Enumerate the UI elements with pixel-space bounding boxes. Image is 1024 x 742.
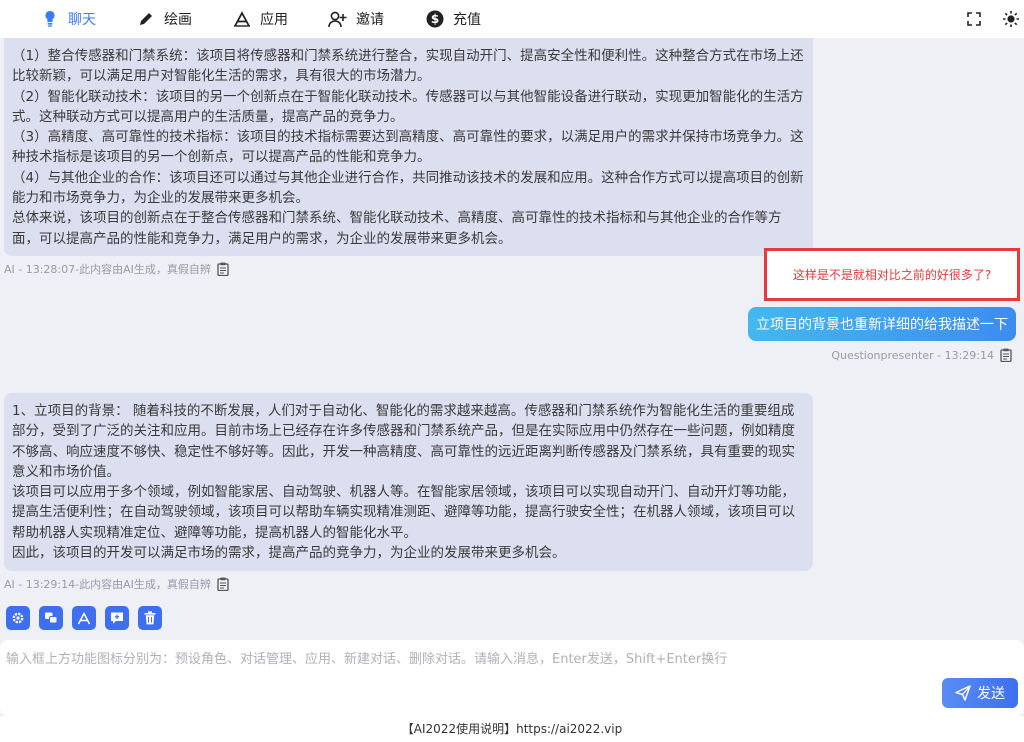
apps-button[interactable] xyxy=(72,606,96,630)
fullscreen-icon[interactable] xyxy=(964,9,984,29)
ai-message-paragraph: 总体来说，该项目的创新点在于整合传感器和门禁系统、智能化联动技术、高精度、高可靠… xyxy=(12,210,782,247)
nav-invite[interactable]: 邀请 xyxy=(328,0,384,38)
svg-text:$: $ xyxy=(431,12,439,26)
footer-link[interactable]: 【AI2022使用说明】https://ai2022.vip xyxy=(402,722,622,736)
dollar-icon: $ xyxy=(425,9,445,29)
ai-message-meta-text: AI - 13:29:14-此内容由AI生成，真假自辨 xyxy=(4,578,211,591)
send-button-label: 发送 xyxy=(977,685,1005,701)
ai-message: 1、立项目的背景： 随着科技的不断发展，人们对于自动化、智能化的需求越来越高。传… xyxy=(4,393,813,571)
ai-message-paragraph: 该项目可以应用于多个领域，例如智能家居、自动驾驶、机器人等。在智能家居领域，该项… xyxy=(12,484,795,541)
chat-area[interactable]: （1）整合传感器和门禁系统：该项目将传感器和门禁系统进行整合，实现自动开门、提高… xyxy=(0,38,1024,638)
ai-message-meta-text: AI - 13:28:07-此内容由AI生成，真假自辨 xyxy=(4,263,211,276)
new-chat-icon xyxy=(111,612,123,624)
lightbulb-icon xyxy=(40,9,60,29)
user-message: 立项目的背景也重新详细的给我描述一下 xyxy=(748,307,1016,341)
nav-recharge-label: 充值 xyxy=(453,12,481,28)
message-input[interactable] xyxy=(0,640,930,690)
nav-recharge[interactable]: $ 充值 xyxy=(425,0,481,38)
trash-icon xyxy=(144,611,156,625)
chat-manage-button[interactable] xyxy=(39,606,63,630)
clipboard-icon[interactable] xyxy=(217,262,229,276)
ai-message-meta: AI - 13:29:14-此内容由AI生成，真假自辨 xyxy=(4,576,229,592)
nav-draw[interactable]: 绘画 xyxy=(136,0,192,38)
nav-draw-label: 绘画 xyxy=(164,12,192,28)
nav-apps[interactable]: 应用 xyxy=(232,0,288,38)
ai-message-paragraph: 1、立项目的背景： 随着科技的不断发展，人们对于自动化、智能化的需求越来越高。传… xyxy=(12,403,795,480)
ai-message-paragraph: （2）智能化联动技术：该项目的另一个创新点在于智能化联动技术。传感器可以与其他智… xyxy=(12,88,804,125)
top-nav: 聊天 绘画 应用 邀请 $ 充值 xyxy=(0,0,1024,38)
send-button[interactable]: 发送 xyxy=(942,678,1018,708)
annotation-box: 这样是不是就相对比之前的好很多了? xyxy=(764,248,1020,301)
ai-message-paragraph: （3）高精度、高可靠性的技术指标：该项目的技术指标需要达到高精度、高可靠性的要求… xyxy=(12,129,804,166)
app-icon xyxy=(77,611,91,624)
nav-apps-label: 应用 xyxy=(260,12,288,28)
gear-icon xyxy=(12,612,24,624)
ai-message-paragraph: 因此，该项目的开发可以满足市场的需求，提高产品的竞争力，为企业的发展带来更多机会… xyxy=(12,545,566,562)
user-message-meta: Questionpresenter - 13:29:14 xyxy=(831,348,1012,362)
delete-chat-button[interactable] xyxy=(138,606,162,630)
app-icon xyxy=(232,9,252,29)
user-add-icon xyxy=(328,9,348,29)
message-input-area: 发送 xyxy=(0,640,1024,716)
sun-icon[interactable] xyxy=(1001,9,1021,29)
user-message-text: 立项目的背景也重新详细的给我描述一下 xyxy=(756,317,1008,333)
chat-toolbar xyxy=(6,606,171,630)
ai-message-paragraph: （4）与其他企业的合作：该项目还可以通过与其他企业进行合作，共同推动该技术的发展… xyxy=(12,169,804,207)
ai-message-meta: AI - 13:28:07-此内容由AI生成，真假自辨 xyxy=(4,261,229,277)
nav-invite-label: 邀请 xyxy=(356,12,384,28)
clipboard-icon[interactable] xyxy=(217,577,229,591)
pen-icon xyxy=(136,9,156,29)
footer: 【AI2022使用说明】https://ai2022.vip xyxy=(0,716,1024,742)
chat-manage-icon xyxy=(45,612,58,624)
clipboard-icon[interactable] xyxy=(1000,348,1012,362)
ai-message-paragraph: （1）整合传感器和门禁系统：该项目将传感器和门禁系统进行整合，实现自动开门、提高… xyxy=(12,48,804,85)
nav-chat-label: 聊天 xyxy=(68,12,96,28)
annotation-text: 这样是不是就相对比之前的好很多了? xyxy=(792,268,992,282)
nav-chat[interactable]: 聊天 xyxy=(40,0,96,38)
send-icon xyxy=(955,685,971,701)
user-message-meta-text: Questionpresenter - 13:29:14 xyxy=(831,348,994,362)
ai-message: （1）整合传感器和门禁系统：该项目将传感器和门禁系统进行整合，实现自动开门、提高… xyxy=(4,38,813,256)
preset-role-button[interactable] xyxy=(6,606,30,630)
new-chat-button[interactable] xyxy=(105,606,129,630)
